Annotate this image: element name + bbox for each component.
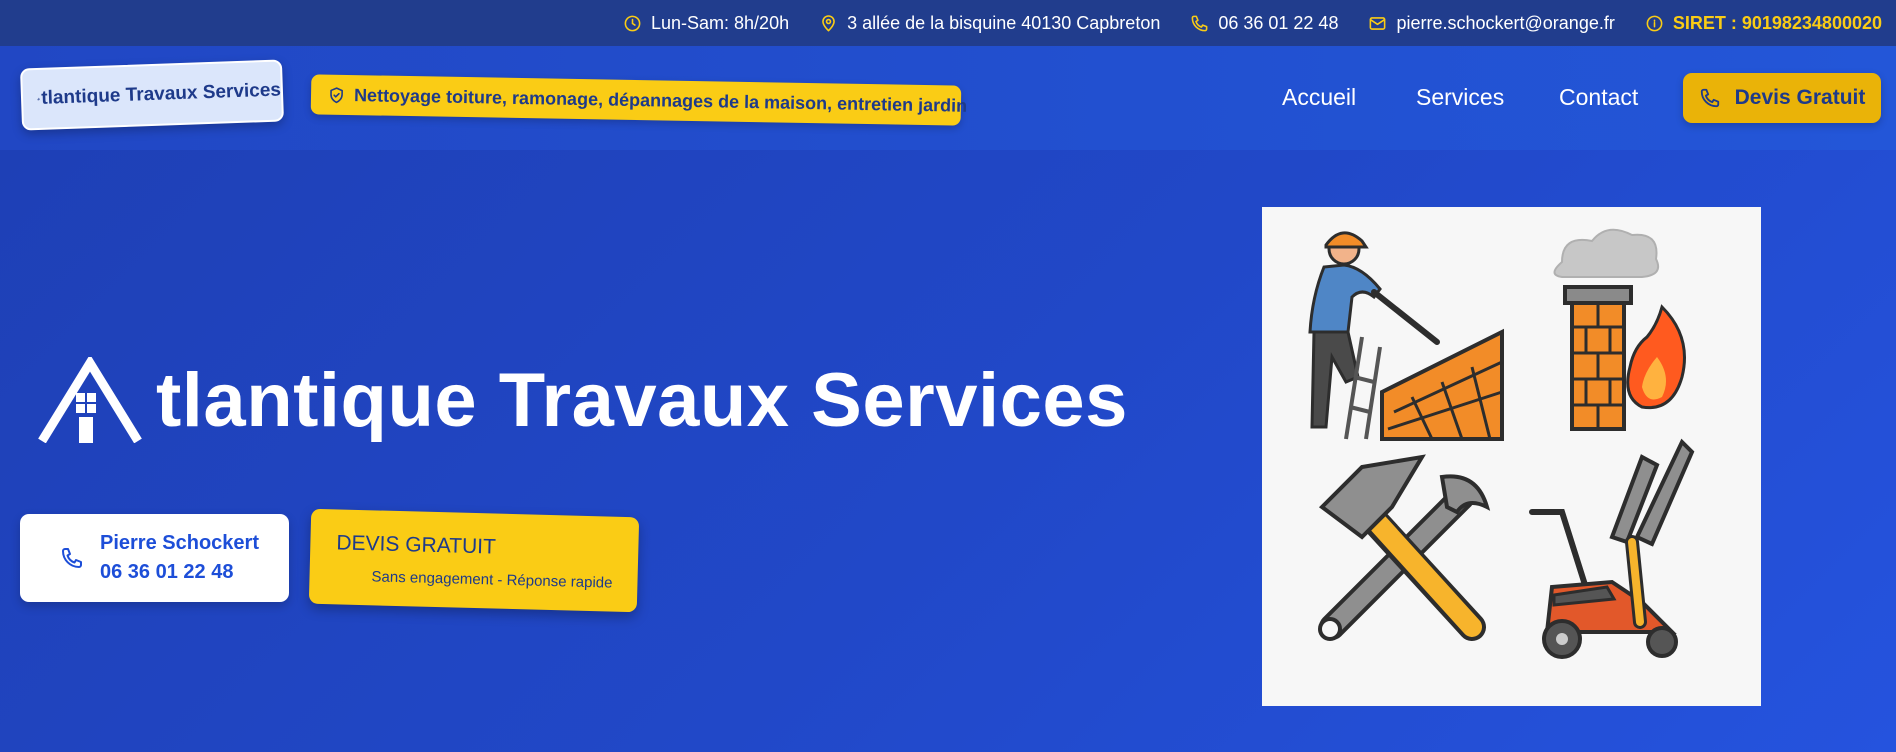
siret-info: SIRET : 90198234800020 [1645, 13, 1882, 34]
top-info-bar: Lun-Sam: 8h/20h 3 allée de la bisquine 4… [0, 0, 1896, 46]
services-illustration-image [1308, 228, 1695, 659]
hero-title-text: tlantique Travaux Services [156, 357, 1128, 443]
address-info: 3 allée de la bisquine 40130 Capbreton [819, 13, 1160, 34]
contact-card[interactable]: Pierre Schockert 06 36 01 22 48 [20, 514, 289, 602]
services-illustration [1262, 207, 1761, 706]
nav-link-accueil[interactable]: Accueil [1282, 84, 1356, 111]
info-icon [1646, 15, 1663, 31]
site-logo[interactable]: tlantique Travaux Services [19, 59, 285, 131]
chimney-fire-icon [1553, 228, 1686, 431]
shield-check-icon [330, 86, 343, 103]
devis-title: DEVIS GRATUIT [336, 531, 497, 559]
mail-icon [1370, 16, 1386, 30]
clock-icon [624, 15, 641, 31]
siret-text: SIRET : 90198234800020 [1672, 12, 1882, 33]
hours-text: Lun-Sam: 8h/20h [651, 12, 790, 33]
lawnmower-shears-icon [1529, 438, 1695, 659]
devis-gratuit-button[interactable]: Devis Gratuit [1683, 73, 1881, 123]
devis-gratuit-card[interactable]: DEVIS GRATUIT Sans engagement - Réponse … [308, 508, 640, 613]
contact-phone[interactable]: 06 36 01 22 48 [100, 561, 259, 584]
tagline-text: Nettoyage toiture, ramonage, dépannages … [353, 84, 968, 116]
devis-subtitle: Sans engagement - Réponse rapide [371, 568, 613, 592]
map-pin-icon [822, 14, 835, 32]
hours-info: Lun-Sam: 8h/20h [623, 13, 789, 34]
house-logo-icon [37, 97, 41, 101]
nav-link-contact[interactable]: Contact [1559, 84, 1638, 111]
hero-title: tlantique Travaux Services [38, 350, 1128, 450]
cta-label: Devis Gratuit [1734, 86, 1866, 109]
address-text: 3 allée de la bisquine 40130 Capbreton [847, 12, 1161, 33]
nav-link-services[interactable]: Services [1416, 84, 1504, 111]
phone-icon [1700, 88, 1719, 108]
logo-text: tlantique Travaux Services [40, 79, 282, 109]
contact-name: Pierre Schockert [100, 532, 259, 554]
page: Lun-Sam: 8h/20h 3 allée de la bisquine 4… [0, 0, 1896, 752]
email-text[interactable]: pierre.schockert@orange.fr [1396, 13, 1614, 34]
hammer-wrench-icon [1318, 454, 1491, 641]
email-info[interactable]: pierre.schockert@orange.fr [1368, 13, 1615, 34]
roof-worker-icon [1308, 231, 1504, 441]
phone-icon [62, 548, 82, 568]
phone-info[interactable]: 06 36 01 22 48 [1190, 13, 1338, 34]
phone-icon [1191, 15, 1208, 31]
phone-text[interactable]: 06 36 01 22 48 [1218, 13, 1338, 34]
house-logo-icon [38, 357, 142, 443]
